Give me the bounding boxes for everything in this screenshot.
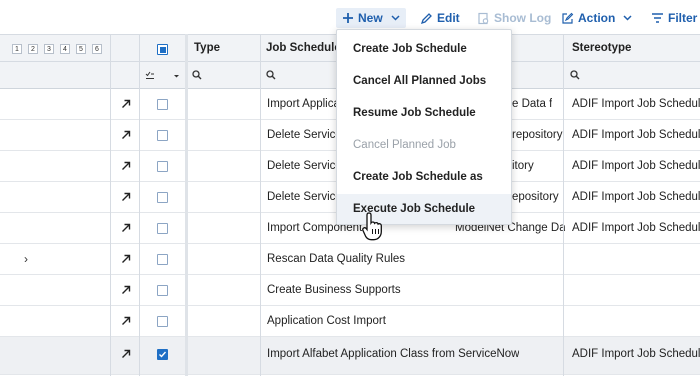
job-schedule-cell: Import Applica (267, 98, 339, 110)
table-row[interactable]: › Rescan Data Quality Rules (0, 244, 700, 275)
pencil-icon (420, 12, 432, 24)
open-arrow-icon[interactable] (121, 285, 131, 295)
row-checkbox[interactable] (157, 192, 168, 203)
chevron-down-icon (623, 15, 632, 21)
job-schedule-cell-tail: e Data f (512, 98, 553, 110)
level-4-button[interactable]: 4 (60, 44, 70, 54)
column-header-stereotype[interactable]: Stereotype (572, 42, 631, 54)
menu-item-cancel-all-planned-jobs[interactable]: Cancel All Planned Jobs (337, 66, 511, 96)
stereotype-cell: ADIF Import Job Schedule (572, 98, 700, 110)
hand-pointer-cursor-icon (362, 212, 382, 241)
open-arrow-icon[interactable] (121, 192, 131, 202)
open-arrow-icon[interactable] (121, 223, 131, 233)
partial-check-mark (159, 46, 166, 53)
column-header-job-schedule[interactable]: Job Schedule (266, 42, 341, 54)
edit-button-label: Edit (437, 11, 460, 25)
stereotype-cell: ADIF Import Job Schedule (572, 348, 700, 360)
filter-button[interactable]: Filter (651, 9, 697, 27)
filter-button-label: Filter (668, 11, 698, 25)
chevron-down-icon (391, 15, 400, 21)
open-arrow-icon[interactable] (121, 130, 131, 140)
action-button-label: Action (578, 11, 616, 25)
menu-item-create-job-schedule[interactable]: Create Job Schedule (337, 34, 511, 64)
new-button[interactable]: New (336, 8, 406, 28)
row-checkbox[interactable] (157, 254, 168, 265)
level-2-button[interactable]: 2 (28, 44, 38, 54)
table-row[interactable]: Application Cost Import (0, 306, 700, 337)
table-row[interactable]: Create Business Supports (0, 275, 700, 306)
stereotype-cell: ADIF Import Job Schedule (572, 191, 700, 203)
job-schedule-cell-tail: itory (512, 160, 534, 172)
check-icon (159, 351, 167, 358)
row-checkbox[interactable] (157, 316, 168, 327)
stereotype-cell: ADIF Import Job Schedule (572, 222, 700, 234)
edit-button[interactable]: Edit (420, 9, 460, 27)
open-arrow-icon[interactable] (121, 161, 131, 171)
job-schedule-cell: Delete Service (267, 160, 339, 172)
column-divider (563, 34, 564, 376)
open-arrow-icon[interactable] (121, 316, 131, 326)
row-checkbox[interactable] (157, 223, 168, 234)
row-checkbox[interactable] (157, 285, 168, 296)
stereotype-cell: ADIF Import Job Schedule (572, 129, 700, 141)
action-button[interactable]: Action (561, 9, 632, 27)
row-checkbox[interactable] (157, 130, 168, 141)
open-arrow-icon[interactable] (121, 349, 131, 359)
selection-menu-icon[interactable] (145, 71, 181, 81)
job-schedule-cell: Import Alfabet Application Class from Se… (267, 348, 520, 360)
menu-item-create-job-schedule-as-copy[interactable]: Create Job Schedule as Copy (337, 162, 511, 213)
column-header-type[interactable]: Type (194, 42, 220, 54)
job-schedule-cell: Create Business Supports (267, 284, 401, 296)
search-icon[interactable] (266, 70, 276, 80)
level-5-button[interactable]: 5 (76, 44, 86, 54)
show-log-button[interactable]: Show Log (477, 9, 551, 27)
menu-item-cancel-planned-job: Cancel Planned Job (353, 139, 456, 151)
search-icon[interactable] (570, 70, 580, 80)
frozen-column-divider[interactable] (185, 34, 188, 376)
job-schedule-cell: Delete Service (267, 191, 339, 203)
level-3-button[interactable]: 3 (44, 44, 54, 54)
column-divider (260, 34, 261, 376)
stereotype-cell: ADIF Import Job Schedule (572, 160, 700, 172)
row-checkbox[interactable] (157, 161, 168, 172)
select-all-checkbox[interactable] (157, 44, 168, 55)
job-schedule-cell: Delete Service (267, 129, 339, 141)
new-button-label: New (358, 11, 383, 25)
column-divider (110, 34, 111, 376)
job-schedule-cell-tail: epository (512, 191, 559, 203)
show-log-button-label: Show Log (494, 11, 552, 25)
row-checkbox[interactable] (157, 349, 168, 360)
open-arrow-icon[interactable] (121, 99, 131, 109)
job-schedule-cell-tail: repository (512, 129, 563, 141)
job-schedule-cell: Application Cost Import (267, 315, 386, 327)
level-1-button[interactable]: 1 (12, 44, 22, 54)
new-dropdown-menu: Create Job Schedule Cancel All Planned J… (336, 29, 512, 225)
table-row[interactable]: Import Alfabet Application Class from Se… (0, 337, 700, 375)
edit-box-icon (562, 12, 574, 24)
filter-icon (652, 13, 663, 23)
plus-icon (343, 13, 353, 23)
expand-chevron-icon[interactable]: › (24, 252, 28, 266)
column-divider (139, 34, 140, 376)
open-arrow-icon[interactable] (121, 254, 131, 264)
row-checkbox[interactable] (157, 99, 168, 110)
search-icon[interactable] (192, 70, 202, 80)
menu-item-resume-job-schedule[interactable]: Resume Job Schedule (337, 98, 511, 128)
job-schedule-cell: Rescan Data Quality Rules (267, 253, 406, 265)
level-6-button[interactable]: 6 (92, 44, 102, 54)
log-icon (478, 12, 489, 24)
